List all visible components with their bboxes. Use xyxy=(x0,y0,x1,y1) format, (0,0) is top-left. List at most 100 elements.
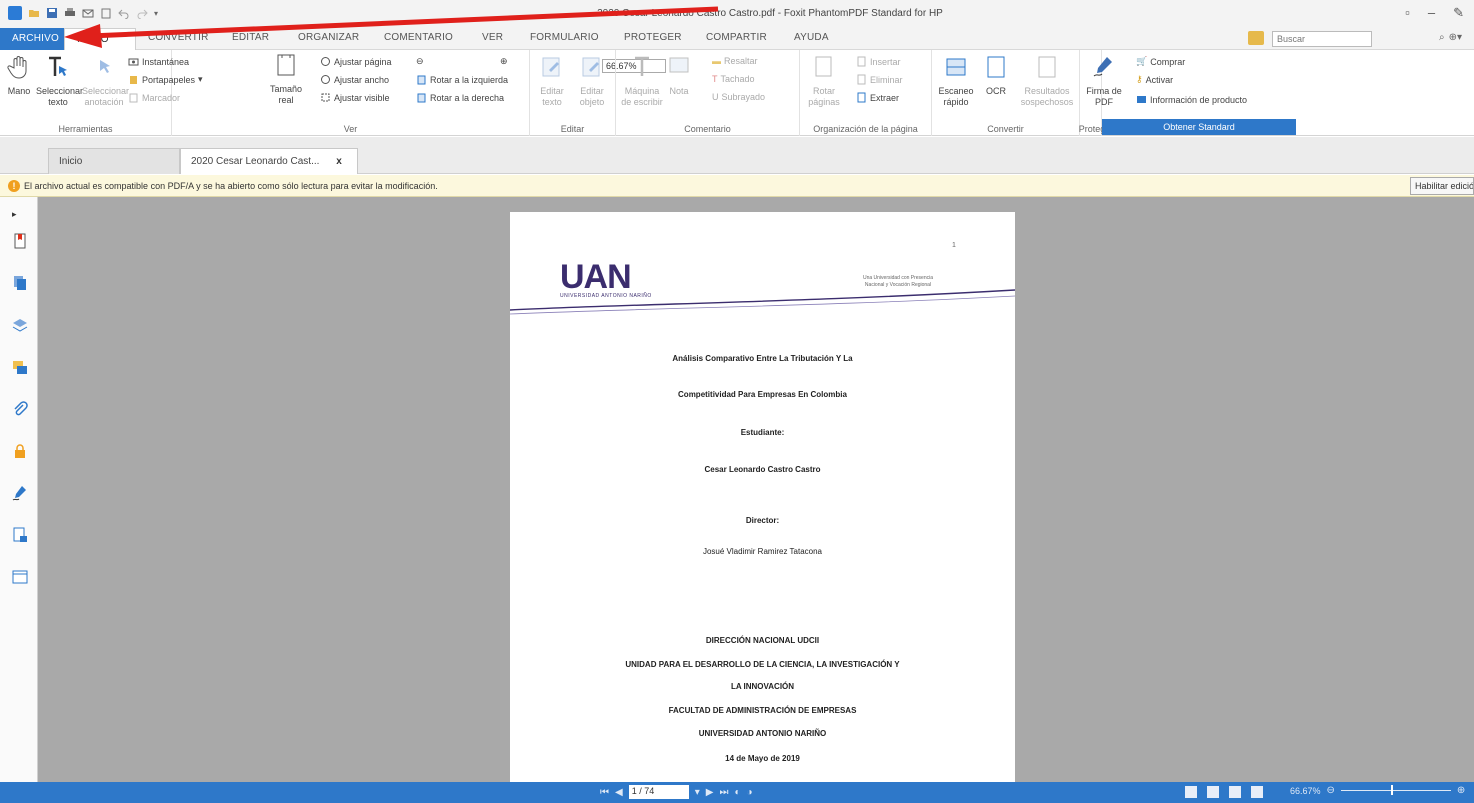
last-page-icon[interactable]: ⏭ xyxy=(719,787,728,798)
save-icon[interactable] xyxy=(46,7,58,19)
next-view-icon[interactable]: ◑ xyxy=(746,787,752,798)
close-tab-icon[interactable]: x xyxy=(336,156,342,167)
edit-object-button[interactable]: Editar objeto xyxy=(572,54,612,108)
fit-width-button[interactable]: Ajustar ancho xyxy=(320,74,389,85)
tab-ver[interactable]: VER xyxy=(482,32,503,43)
search-icon[interactable]: ⌕ xyxy=(1439,32,1445,43)
next-page-icon[interactable]: ▶ xyxy=(706,787,714,798)
status-zoom-out-icon[interactable]: ⊖ xyxy=(1327,785,1335,796)
continuous-facing-icon[interactable] xyxy=(1251,786,1263,798)
product-info-button[interactable]: Información de producto xyxy=(1136,94,1247,105)
rotate-left-button[interactable]: Rotar a la izquierda xyxy=(416,74,508,85)
hand-icon xyxy=(7,56,27,79)
enable-editing-button[interactable]: Habilitar edición xyxy=(1410,177,1474,195)
underline-button[interactable]: U Subrayado xyxy=(712,92,765,102)
minimize-icon[interactable]: – xyxy=(1428,5,1435,21)
suspect-results-button[interactable]: Resultados sospechosos xyxy=(1018,54,1076,108)
first-page-icon[interactable]: ⏮ xyxy=(600,787,609,798)
signature-panel-icon[interactable] xyxy=(12,485,28,501)
insert-icon xyxy=(857,56,866,67)
fit-page-button[interactable]: Ajustar página xyxy=(320,56,392,67)
highlight-button[interactable]: ▬ Resaltar xyxy=(712,56,758,66)
comments-panel-icon[interactable] xyxy=(12,359,28,375)
note-button[interactable]: Nota xyxy=(662,54,696,97)
tab-archivo[interactable]: ARCHIVO xyxy=(0,28,64,50)
tab-editar[interactable]: EDITAR xyxy=(232,32,269,43)
open-icon[interactable] xyxy=(28,7,40,19)
ocr-button[interactable]: OCR xyxy=(978,54,1014,97)
pin-icon[interactable]: ✎ xyxy=(1453,5,1464,21)
zoom-out-button[interactable]: ⊖ xyxy=(416,56,424,67)
single-page-icon[interactable] xyxy=(1185,786,1197,798)
customize-arrow-icon[interactable]: ▾ xyxy=(154,9,158,18)
search-options-icon[interactable]: ⊕▾ xyxy=(1449,32,1462,43)
strikeout-button[interactable]: T Tachado xyxy=(712,74,755,84)
app-icon[interactable] xyxy=(8,6,22,20)
menu-bar: ARCHIVO INICIO CONVERTIR EDITAR ORGANIZA… xyxy=(0,28,1474,51)
hand-tool-button[interactable]: Mano xyxy=(2,54,36,97)
destinations-panel-icon[interactable] xyxy=(12,569,28,585)
attachment-icon[interactable] xyxy=(12,401,28,417)
restore-icon[interactable]: ▫ xyxy=(1405,5,1410,21)
status-zoom-value[interactable]: 66.67% xyxy=(1290,786,1321,796)
redo-icon[interactable] xyxy=(136,7,148,19)
page-input[interactable]: 1 / 74 xyxy=(628,785,689,799)
typewriter-button[interactable]: Máquina de escribir xyxy=(620,54,664,108)
page-dropdown-icon[interactable]: ▾ xyxy=(695,787,700,798)
facing-page-icon[interactable] xyxy=(1229,786,1241,798)
quick-scan-button[interactable]: Escaneo rápido xyxy=(936,54,976,108)
bookmarks-panel-icon[interactable] xyxy=(12,233,28,249)
buy-button[interactable]: 🛒 Comprar xyxy=(1136,56,1185,67)
get-standard-banner[interactable]: Obtener Standard xyxy=(1102,119,1296,135)
email-icon[interactable] xyxy=(82,7,94,19)
delete-button[interactable]: Eliminar xyxy=(856,74,903,85)
continuous-page-icon[interactable] xyxy=(1207,786,1219,798)
group-herramientas: Mano Seleccionar texto Seleccionar anota… xyxy=(0,50,203,136)
zoom-slider[interactable] xyxy=(1340,785,1451,795)
previous-view-icon[interactable]: ◐ xyxy=(734,787,740,798)
edit-text-button[interactable]: Editar texto xyxy=(532,54,572,108)
title-bar: ▾ 2020 Cesar Leonardo Castro Castro.pdf … xyxy=(0,0,1474,28)
uan-tagline: Una Universidad con Presencia Nacional y… xyxy=(828,275,968,289)
pdf-sign-button[interactable]: Firma de PDF xyxy=(1084,54,1124,108)
tab-comentario[interactable]: COMENTARIO xyxy=(384,32,453,43)
previous-page-icon[interactable]: ◀ xyxy=(615,787,623,798)
print-icon[interactable] xyxy=(64,7,76,19)
search-input[interactable]: Buscar xyxy=(1272,31,1372,47)
extract-button[interactable]: Extraer xyxy=(856,92,899,103)
clipboard-icon[interactable] xyxy=(100,7,112,19)
find-icon[interactable] xyxy=(1248,31,1264,45)
activate-button[interactable]: ⚷ Activar xyxy=(1136,74,1173,85)
institution-line-1: DIRECCIÓN NACIONAL UDCII xyxy=(705,636,820,645)
layers-panel-icon[interactable] xyxy=(12,317,28,333)
zoom-in-button[interactable]: ⊕ xyxy=(500,56,508,67)
fit-visible-button[interactable]: Ajustar visible xyxy=(320,92,390,103)
window-title: 2020 Cesar Leonardo Castro Castro.pdf - … xyxy=(597,8,943,19)
select-text-button[interactable]: Seleccionar texto xyxy=(36,54,83,108)
document-viewer[interactable]: 1 UAN UNIVERSIDAD ANTONIO NARIÑO Una Uni… xyxy=(38,197,1474,782)
content-panel-icon[interactable] xyxy=(12,527,28,543)
insert-button[interactable]: Insertar xyxy=(856,56,901,67)
tab-organizar[interactable]: ORGANIZAR xyxy=(298,32,359,43)
tab-inicio[interactable]: INICIO xyxy=(64,28,136,51)
rotate-pages-button[interactable]: Rotar páginas xyxy=(802,54,846,108)
rotate-right-button[interactable]: Rotar a la derecha xyxy=(416,92,504,103)
info-message: El archivo actual es compatible con PDF/… xyxy=(24,181,438,191)
lock-icon[interactable] xyxy=(12,443,28,459)
tab-proteger[interactable]: PROTEGER xyxy=(624,32,682,43)
expand-panel-icon[interactable]: ▸ xyxy=(12,209,28,225)
tab-convertir[interactable]: CONVERTIR xyxy=(148,32,209,43)
pages-panel-icon[interactable] xyxy=(12,275,28,291)
tab-start-page[interactable]: Inicio xyxy=(48,148,180,174)
tab-compartir[interactable]: COMPARTIR xyxy=(706,32,767,43)
pdf-page[interactable]: 1 UAN UNIVERSIDAD ANTONIO NARIÑO Una Uni… xyxy=(510,212,1015,782)
select-text-icon xyxy=(49,56,67,76)
uan-logo-text: UAN xyxy=(560,258,632,296)
undo-icon[interactable] xyxy=(118,7,130,19)
status-zoom-in-icon[interactable]: ⊕ xyxy=(1457,785,1465,796)
select-annotation-button[interactable]: Seleccionar anotación xyxy=(82,54,129,108)
tab-document[interactable]: 2020 Cesar Leonardo Cast... x xyxy=(180,148,358,174)
tab-formulario[interactable]: FORMULARIO xyxy=(530,32,599,43)
actual-size-button[interactable]: Tamaño real xyxy=(268,52,304,106)
tab-ayuda[interactable]: AYUDA xyxy=(794,32,829,43)
